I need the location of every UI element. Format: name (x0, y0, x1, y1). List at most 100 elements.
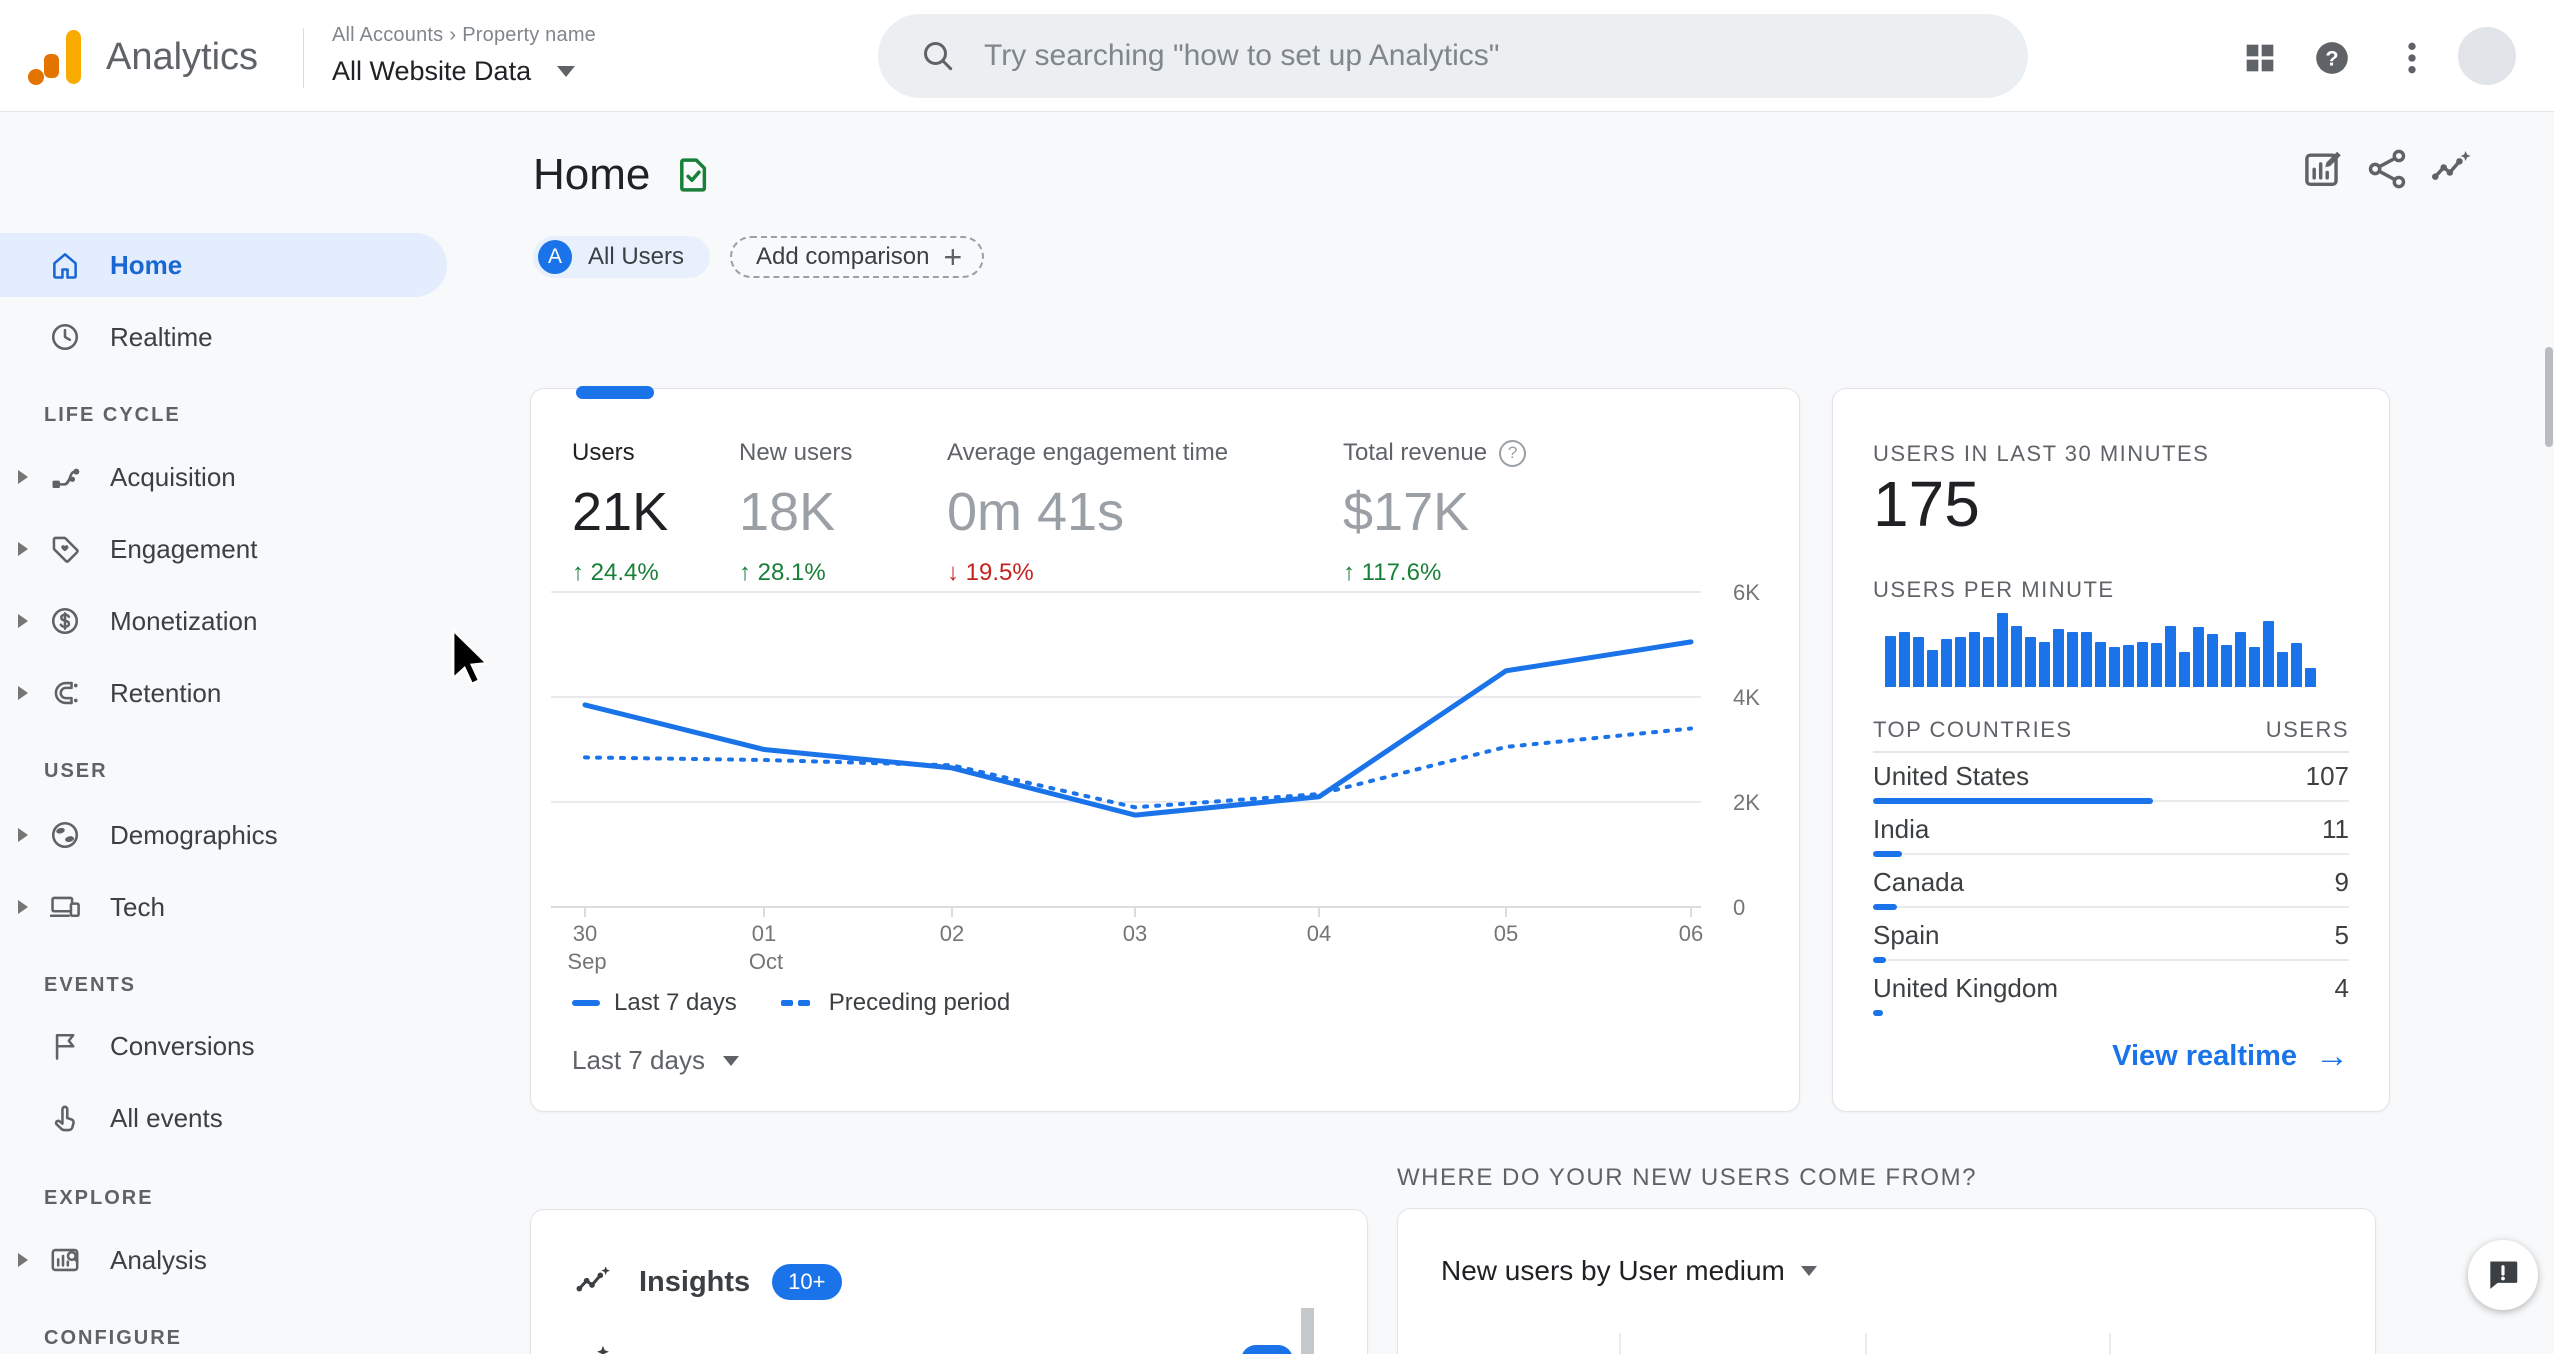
sidebar-item-home[interactable]: Home (0, 229, 490, 301)
legend-dashed-swatch (780, 1000, 815, 1006)
country-name: India (1873, 814, 1930, 844)
avatar[interactable] (2458, 27, 2516, 85)
minute-bar (2207, 634, 2218, 687)
minute-bar (2123, 645, 2134, 687)
sidebar-item-retention[interactable]: Retention (0, 657, 490, 729)
sidebar-item-label: Home (110, 249, 183, 280)
insights-header: Insights 10+ (573, 1262, 842, 1302)
analytics-logo-icon (28, 30, 81, 85)
active-tab-indicator (576, 386, 654, 399)
minute-bar (2095, 642, 2106, 687)
users-column-label: USERS (2265, 717, 2349, 742)
sidebar-item-label: Tech (110, 891, 165, 922)
search-bar[interactable] (878, 14, 2028, 98)
view-realtime-label: View realtime (2112, 1040, 2297, 1072)
metric-tab-total-revenue[interactable]: Total revenue? $17K ↑ 117.6% (1343, 439, 1527, 587)
sidebar-item-analysis[interactable]: Analysis (0, 1224, 490, 1296)
country-users-value: 5 (2334, 920, 2349, 950)
divider (1873, 751, 2349, 753)
insights-sparkle-icon (576, 1266, 610, 1292)
country-name: Spain (1873, 920, 1940, 950)
country-bar-track (1873, 957, 2349, 963)
legend-label-preceding-period: Preceding period (828, 989, 1011, 1016)
sidebar-section-events: EVENTS (44, 973, 137, 996)
page-scrollbar-thumb[interactable] (2545, 347, 2553, 447)
comparison-chips: A All Users Add comparison + (533, 236, 985, 278)
new-users-card-title: New users by User medium (1441, 1255, 1785, 1286)
help-icon[interactable]: ? (1499, 439, 1527, 467)
sidebar-item-label: Conversions (110, 1030, 255, 1061)
metric-tab-average-engagement-time[interactable]: Average engagement time 0m 41s ↓ 19.5% (947, 439, 1228, 587)
add-comparison-button[interactable]: Add comparison + (730, 236, 985, 278)
sidebar-item-label: Retention (110, 677, 222, 708)
sidebar-item-all-events[interactable]: All events (0, 1082, 490, 1154)
svg-text:4K: 4K (1733, 685, 1760, 710)
insights-card: Insights 10+ (530, 1209, 1368, 1354)
property-selector[interactable]: All Website Data (332, 56, 576, 87)
svg-text:Oct: Oct (749, 949, 783, 974)
arrow-right-icon: → (2315, 1037, 2349, 1075)
country-users-value: 4 (2334, 973, 2349, 1003)
minute-bar (2179, 652, 2190, 687)
expand-chevron-icon[interactable] (18, 828, 28, 842)
analysis-icon (51, 1248, 79, 1272)
realtime-icon (51, 323, 79, 351)
insights-scrollbar[interactable] (1301, 1308, 1314, 1354)
breadcrumb-account[interactable]: All Accounts (332, 24, 443, 46)
chart-legend: Last 7 days Preceding period (572, 989, 1010, 1017)
sidebar-item-acquisition[interactable]: Acquisition (0, 441, 490, 513)
expand-chevron-icon[interactable] (18, 900, 28, 914)
sidebar-item-demographics[interactable]: Demographics (0, 799, 490, 871)
metric-value: 0m 41s (947, 482, 1125, 542)
apps-grid-icon[interactable] (2240, 38, 2280, 78)
sidebar-item-realtime[interactable]: Realtime (0, 301, 490, 373)
help-icon[interactable]: ? (2312, 38, 2352, 78)
sidebar-item-engagement[interactable]: Engagement (0, 513, 490, 585)
metric-tab-users[interactable]: Users 21K ↑ 24.4% (572, 439, 668, 587)
expand-chevron-icon[interactable] (18, 1253, 28, 1267)
sidebar-item-tech[interactable]: Tech (0, 871, 490, 943)
gridline (1865, 1333, 1867, 1354)
all-users-chip[interactable]: A All Users (533, 236, 711, 278)
customize-report-icon[interactable] (2300, 146, 2346, 192)
new-users-card-title-dropdown[interactable]: New users by User medium (1441, 1255, 1817, 1287)
new-users-section-label: WHERE DO YOUR NEW USERS COME FROM? (1397, 1164, 1977, 1191)
metric-tab-new-users[interactable]: New users 18K ↑ 28.1% (739, 439, 852, 587)
product-name: Analytics (106, 36, 259, 78)
metric-label: Total revenue? (1343, 439, 1527, 467)
sidebar-item-monetization[interactable]: Monetization (0, 585, 490, 657)
engagement-icon (52, 536, 79, 563)
all-events-icon (54, 1105, 75, 1132)
country-users-value: 11 (2322, 814, 2349, 844)
expand-chevron-icon[interactable] (18, 542, 28, 556)
svg-text:06: 06 (1679, 921, 1703, 946)
expand-chevron-icon[interactable] (18, 470, 28, 484)
minute-bar (1899, 632, 1910, 687)
insights-sparkle-icon[interactable] (2428, 146, 2474, 192)
metric-value: $17K (1343, 482, 1470, 542)
breadcrumb[interactable]: All Accounts › Property name (332, 24, 602, 47)
feedback-button[interactable] (2468, 1240, 2538, 1310)
conversions-icon (55, 1033, 75, 1060)
country-users-value: 9 (2334, 867, 2349, 897)
country-users-value: 107 (2305, 761, 2349, 791)
share-icon[interactable] (2364, 146, 2410, 192)
minute-bar (2235, 632, 2246, 687)
minute-bar (2221, 645, 2232, 687)
svg-text:02: 02 (940, 921, 964, 946)
all-users-label: All Users (588, 243, 685, 270)
date-range-selector[interactable]: Last 7 days (572, 1045, 739, 1076)
sidebar-item-conversions[interactable]: Conversions (0, 1010, 490, 1082)
users-per-minute-label: USERS PER MINUTE (1873, 577, 2115, 602)
minute-bar (1913, 637, 1924, 687)
more-menu-icon[interactable] (2392, 38, 2432, 78)
view-realtime-link[interactable]: View realtime → (2112, 1037, 2349, 1076)
svg-text:0: 0 (1733, 895, 1745, 920)
expand-chevron-icon[interactable] (18, 686, 28, 700)
search-input[interactable] (984, 39, 1884, 73)
users-line-chart: 0 2K 4K 6K 30 Sep 01 Oct 02 03 04 05 06 (551, 580, 1760, 974)
breadcrumb-property[interactable]: Property name (462, 24, 596, 46)
top-countries-label: TOP COUNTRIES (1873, 717, 2073, 742)
expand-chevron-icon[interactable] (18, 614, 28, 628)
topbar: Analytics All Accounts › Property name All… (0, 0, 2554, 112)
